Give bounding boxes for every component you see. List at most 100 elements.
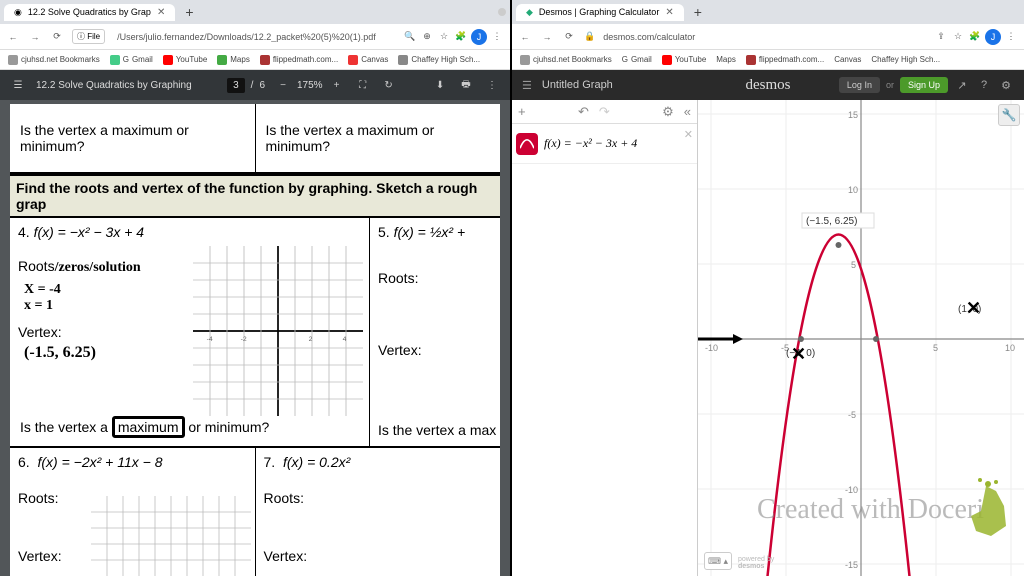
desmos-body: + ↶ ↷ ⚙ « f(x) = −x² − 3x + 4 ✕: [512, 100, 1024, 576]
bookmark-item[interactable]: G Gmail: [110, 55, 153, 65]
back-icon[interactable]: ←: [6, 30, 20, 44]
problem-5: 5. f(x) = ½x² + Roots: Vertex: Is the ve…: [370, 218, 500, 446]
browser-tab[interactable]: ◉ 12.2 Solve Quadratics by Grap ✕: [4, 4, 175, 21]
svg-text:10: 10: [848, 185, 858, 195]
extension-icon[interactable]: 🧩: [968, 30, 982, 44]
share-icon[interactable]: ↗: [954, 77, 970, 93]
svg-text:-10: -10: [845, 485, 858, 495]
svg-text:4: 4: [343, 336, 347, 343]
right-browser-window: ◆ Desmos | Graphing Calculator ✕ + ← → ⟳…: [512, 0, 1024, 576]
url-text[interactable]: desmos.com/calculator: [603, 32, 926, 42]
close-icon[interactable]: ✕: [157, 7, 165, 18]
zoom-in-icon[interactable]: +: [329, 77, 345, 93]
parabola-curve: [741, 235, 936, 576]
page-total: 6: [259, 80, 265, 91]
gear-icon[interactable]: ⚙: [662, 104, 674, 120]
site-icon: [217, 55, 227, 65]
expression-color-icon[interactable]: [516, 133, 538, 155]
more-icon[interactable]: ⋮: [484, 77, 500, 93]
login-button[interactable]: Log In: [839, 77, 880, 93]
root-point[interactable]: [798, 336, 804, 342]
left-browser-window: ◉ 12.2 Solve Quadratics by Grap ✕ + ← → …: [0, 0, 512, 576]
avatar[interactable]: J: [985, 29, 1001, 45]
expression-row[interactable]: f(x) = −x² − 3x + 4 ✕: [512, 124, 697, 164]
extension-icon[interactable]: 🧩: [454, 30, 468, 44]
page-input[interactable]: 3: [227, 78, 245, 93]
tab-bar: ◉ 12.2 Solve Quadratics by Grap ✕ +: [0, 0, 510, 24]
share-icon[interactable]: ⇪: [934, 30, 948, 44]
new-tab-button[interactable]: +: [181, 4, 197, 20]
page-sep: /: [251, 80, 254, 91]
menu-icon[interactable]: ⋮: [1004, 30, 1018, 44]
site-icon: [662, 55, 672, 65]
hamburger-icon[interactable]: ☰: [522, 79, 532, 92]
site-icon: [163, 55, 173, 65]
undo-icon[interactable]: ↶: [578, 104, 589, 120]
svg-text:2: 2: [309, 336, 313, 343]
rotate-icon[interactable]: ↻: [381, 77, 397, 93]
bookmark-item[interactable]: cjuhsd.net Bookmarks: [8, 55, 100, 65]
handwriting: /zeros/solution: [55, 260, 141, 275]
expression-toolbar: + ↶ ↷ ⚙ «: [512, 100, 697, 124]
forward-icon[interactable]: →: [28, 30, 42, 44]
star-icon[interactable]: ☆: [951, 30, 965, 44]
avatar[interactable]: J: [471, 29, 487, 45]
url-text[interactable]: /Users/julio.fernandez/Downloads/12.2_pa…: [117, 32, 395, 42]
hamburger-icon[interactable]: ☰: [10, 77, 26, 93]
pdf-toolbar: ☰ 12.2 Solve Quadratics by Graphing 3 / …: [0, 70, 510, 100]
menu-icon[interactable]: ⋮: [490, 30, 504, 44]
redo-icon[interactable]: ↷: [599, 104, 610, 120]
handwriting-x: ✕: [791, 344, 806, 364]
pdf-viewport[interactable]: Is the vertex a maximum or minimum? Is t…: [0, 100, 510, 576]
nav-bar: ← → ⟳ ⓘ File /Users/julio.fernandez/Down…: [0, 24, 510, 50]
new-tab-button[interactable]: +: [690, 4, 706, 20]
forward-icon[interactable]: →: [540, 30, 554, 44]
collapse-icon[interactable]: «: [684, 104, 691, 119]
settings-icon[interactable]: ⚙: [998, 77, 1014, 93]
boxed-annotation: maximum: [112, 416, 185, 438]
vertex-point[interactable]: [836, 242, 842, 248]
bookmark-item[interactable]: G Gmail: [622, 55, 652, 64]
svg-text:-10: -10: [705, 343, 718, 353]
download-icon[interactable]: ⬇: [432, 77, 448, 93]
help-icon[interactable]: ?: [976, 77, 992, 93]
add-expression-icon[interactable]: +: [518, 104, 526, 119]
expression-input[interactable]: f(x) = −x² − 3x + 4: [544, 136, 637, 151]
powered-by: powered bydesmos: [738, 556, 774, 570]
keyboard-icon[interactable]: ⌨ ▴: [704, 552, 732, 570]
signup-button[interactable]: Sign Up: [900, 77, 948, 93]
folder-icon: [520, 55, 530, 65]
reload-icon[interactable]: ⟳: [562, 30, 576, 44]
zoom-icon[interactable]: 🔍: [403, 30, 417, 44]
bookmark-item[interactable]: Chaffey High Sch...: [871, 55, 940, 64]
bookmark-item[interactable]: YouTube: [163, 55, 207, 65]
site-icon: [348, 55, 358, 65]
window-minimize-icon[interactable]: [498, 8, 506, 16]
close-icon[interactable]: ✕: [665, 7, 673, 18]
zoom-out-icon[interactable]: −: [275, 77, 291, 93]
wrench-icon[interactable]: 🔧: [998, 104, 1020, 126]
reload-icon[interactable]: ⟳: [50, 30, 64, 44]
fit-icon[interactable]: ⛶: [355, 77, 371, 93]
delete-expression-icon[interactable]: ✕: [684, 128, 693, 141]
bookmark-item[interactable]: Maps: [716, 55, 736, 64]
graph-area[interactable]: -10-5510 15105-5-10-15 (−1.5, 6.25) (−4,…: [698, 100, 1024, 576]
print-icon[interactable]: 🖶: [458, 77, 474, 93]
translate-icon[interactable]: ⊕: [420, 30, 434, 44]
bookmark-item[interactable]: Canvas: [834, 55, 861, 64]
browser-tab[interactable]: ◆ Desmos | Graphing Calculator ✕: [516, 4, 684, 21]
bookmarks-bar: cjuhsd.net Bookmarks G Gmail YouTube Map…: [512, 50, 1024, 70]
bookmark-item[interactable]: flippedmath.com...: [746, 55, 824, 65]
lock-icon[interactable]: 🔒: [584, 31, 595, 42]
bookmark-item[interactable]: flippedmath.com...: [260, 55, 338, 65]
root-point[interactable]: [873, 336, 879, 342]
bookmark-item[interactable]: Maps: [217, 55, 250, 65]
bookmark-item[interactable]: Canvas: [348, 55, 388, 65]
star-icon[interactable]: ☆: [437, 30, 451, 44]
bookmark-item[interactable]: YouTube: [662, 55, 706, 65]
graph-title[interactable]: Untitled Graph: [542, 79, 613, 91]
bookmark-item[interactable]: cjuhsd.net Bookmarks: [520, 55, 612, 65]
bookmark-item[interactable]: Chaffey High Sch...: [398, 55, 480, 65]
back-icon[interactable]: ←: [518, 30, 532, 44]
site-icon: [398, 55, 408, 65]
